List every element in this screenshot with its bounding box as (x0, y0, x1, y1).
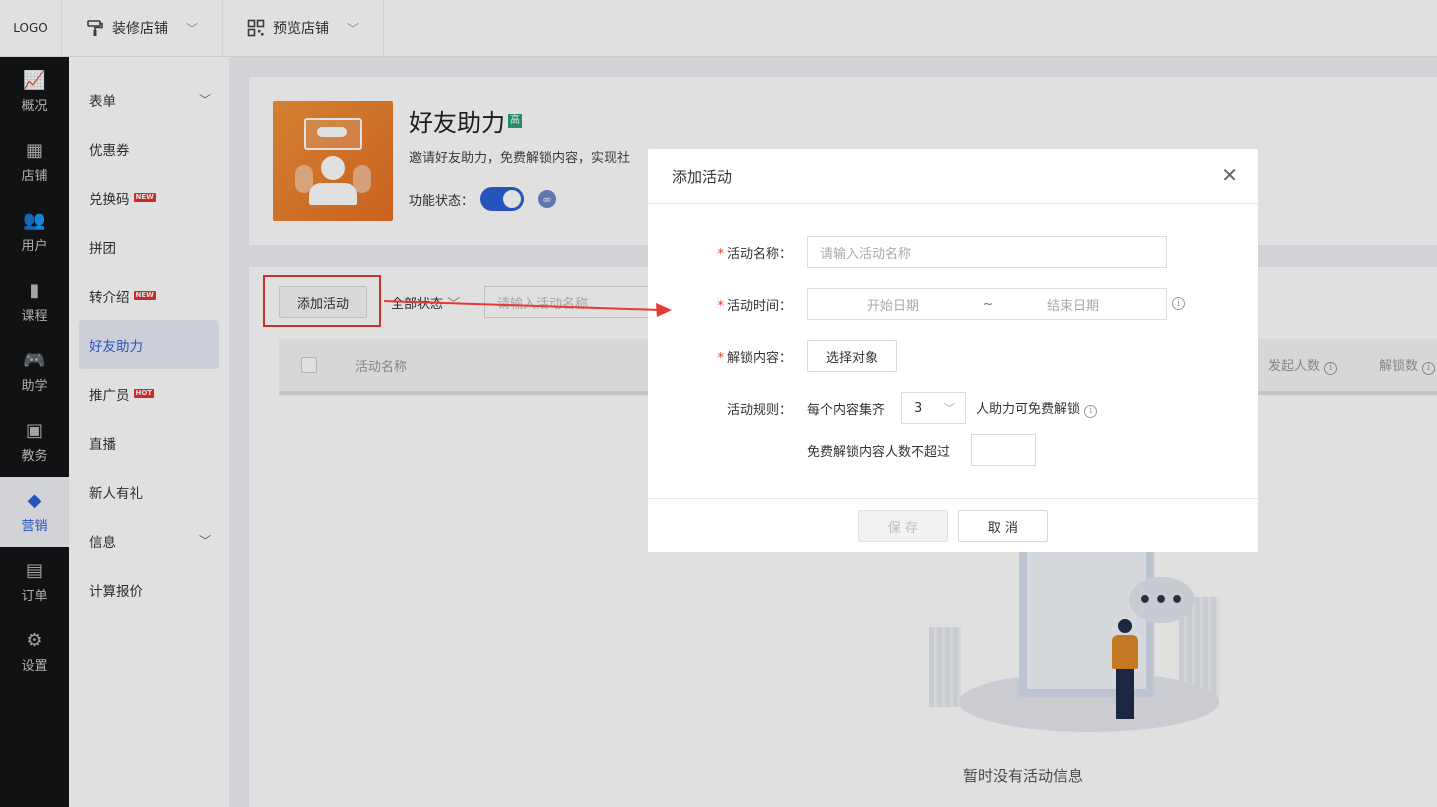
time-label-text: 活动时间： (726, 298, 792, 314)
select-object-button[interactable]: 选择对象 (807, 340, 897, 372)
rule-suffix-text: 人助力可免费解锁 (976, 402, 1081, 418)
chevron-down-icon: ﹀ (944, 402, 955, 415)
dialog-title: 添加活动 (672, 167, 733, 186)
content-label-text: 解锁内容： (726, 350, 792, 366)
add-activity-dialog: 添加活动 ✕ * 活动名称： 请输入活动名称 * 活动时间： 开始日期 ~ 结束日期… (648, 149, 1258, 552)
cancel-button[interactable]: 取 消 (958, 510, 1048, 542)
content-row: * 解锁内容： 选择对象 (648, 340, 1258, 372)
rule-prefix: 每个内容集齐 (807, 402, 886, 418)
date-separator: ~ (982, 296, 994, 312)
name-row: * 活动名称： 请输入活动名称 (648, 236, 1258, 268)
start-date-placeholder: 开始日期 (866, 298, 919, 314)
date-range-input[interactable]: 开始日期 ~ 结束日期 (807, 288, 1167, 320)
limit-input[interactable] (971, 434, 1036, 466)
activity-name-input[interactable]: 请输入活动名称 (807, 236, 1167, 268)
rule-row: 活动规则： 每个内容集齐 3 ﹀ 人助力可免费解锁 i (648, 392, 1258, 424)
info-icon[interactable]: i (1172, 297, 1185, 310)
name-label: * 活动名称： (717, 246, 792, 262)
info-icon[interactable]: i (1084, 404, 1098, 418)
rule-label: 活动规则： (726, 402, 792, 418)
limit-label: 免费解锁内容人数不超过 (807, 444, 951, 460)
rule-count-value: 3 (914, 400, 923, 416)
limit-row: 免费解锁内容人数不超过 (648, 434, 1258, 466)
name-label-text: 活动名称： (726, 246, 792, 262)
dialog-footer-divider (648, 498, 1258, 499)
close-icon[interactable]: ✕ (1221, 165, 1238, 185)
end-date-placeholder: 结束日期 (1046, 298, 1099, 314)
dialog-header: 添加活动 ✕ (648, 149, 1258, 204)
rule-count-select[interactable]: 3 ﹀ (901, 392, 966, 424)
content-label: * 解锁内容： (717, 350, 792, 366)
time-row: * 活动时间： 开始日期 ~ 结束日期 i (648, 288, 1258, 320)
time-label: * 活动时间： (717, 298, 792, 314)
rule-suffix: 人助力可免费解锁 i (976, 398, 1098, 418)
save-button[interactable]: 保 存 (858, 510, 948, 542)
